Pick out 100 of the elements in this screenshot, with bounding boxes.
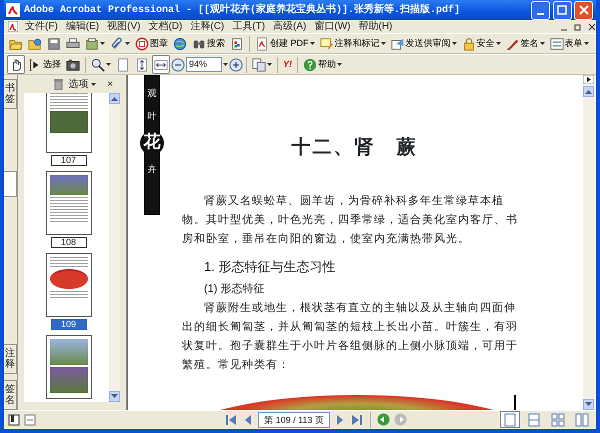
caret-icon bbox=[267, 63, 272, 66]
comment-icon bbox=[320, 36, 334, 51]
maximize-button[interactable] bbox=[552, 0, 572, 20]
help-button[interactable]: 帮助 bbox=[301, 55, 344, 74]
create-pdf-button[interactable]: 创建 PDF bbox=[253, 34, 317, 54]
page-thumbnail[interactable] bbox=[46, 253, 92, 318]
fit-width-icon bbox=[154, 58, 168, 72]
search-button[interactable]: 搜索 bbox=[190, 34, 227, 54]
caret-icon bbox=[452, 42, 457, 46]
help-icon bbox=[303, 58, 317, 72]
caret-icon bbox=[106, 63, 111, 66]
side-tab[interactable]: 书签 bbox=[4, 79, 17, 110]
section-heading: (1) 形态特征 bbox=[204, 282, 266, 298]
zoom-out-icon[interactable] bbox=[171, 58, 185, 72]
pages-tab[interactable] bbox=[4, 171, 17, 197]
menu-item[interactable]: 高级(A) bbox=[272, 20, 308, 33]
send-icon bbox=[390, 36, 405, 51]
options-button[interactable]: 选项 bbox=[68, 76, 96, 92]
close-button[interactable]: × bbox=[107, 76, 114, 92]
scrollbar[interactable] bbox=[109, 93, 120, 402]
body-paragraph: 肾蕨又名蜈蚣草、圆羊齿，为骨碎补科多年生常绿草本植物。其叶型优美，叶色光亮，四季常绿，适合美化室内客厅、书房和卧室，垂吊在向阳的窗边，使室内充满热带风光。 bbox=[182, 194, 519, 247]
palette-icon bbox=[230, 36, 244, 51]
stamp-icon bbox=[135, 36, 149, 51]
side-tab[interactable]: 签名 bbox=[4, 380, 17, 410]
close-icon bbox=[578, 4, 590, 16]
page-thumbnail[interactable] bbox=[46, 335, 92, 400]
menu-item[interactable]: 工具(T) bbox=[231, 20, 266, 33]
page-icon bbox=[116, 58, 130, 72]
sign-button[interactable]: 签名 bbox=[504, 34, 547, 54]
scroll-down-icon[interactable] bbox=[585, 402, 592, 406]
close-button[interactable] bbox=[574, 0, 594, 20]
scroll-down-icon[interactable] bbox=[111, 394, 118, 398]
page-heading: 十二、肾 蕨 bbox=[290, 135, 418, 160]
form-icon bbox=[550, 36, 564, 51]
body-paragraph: 肾蕨附生或地生，根状茎有直立的主轴以及从主轴向四面伸出的细长匍匐茎，并从匍匐茎的短枝上长出小苗。叶簇生，有羽状复叶。孢子囊群生于小叶片各组侧脉的上侧小脉顶端，可用于繁殖。常见种类有： bbox=[182, 300, 519, 374]
trash-icon[interactable] bbox=[54, 78, 63, 90]
globe-icon bbox=[173, 36, 187, 51]
review-button[interactable]: 发送供审阅 bbox=[388, 34, 459, 54]
page-view-icon[interactable] bbox=[24, 414, 36, 426]
security-button[interactable]: 安全 bbox=[460, 34, 503, 54]
menu-item[interactable]: 编辑(E) bbox=[64, 20, 100, 33]
menu-item[interactable]: 视图(V) bbox=[106, 20, 142, 33]
side-tab[interactable]: 注释 bbox=[4, 344, 17, 374]
caret-icon bbox=[223, 63, 228, 66]
scroll-up-icon[interactable] bbox=[111, 96, 118, 101]
zoom-icon bbox=[91, 58, 105, 72]
pages-icon bbox=[252, 58, 266, 72]
back-icon[interactable] bbox=[377, 413, 390, 426]
page-number-label[interactable]: 108 bbox=[50, 237, 86, 248]
bookmark-view-icon[interactable] bbox=[8, 414, 20, 426]
band-character: 叶 bbox=[148, 112, 156, 122]
hand-tool-button[interactable] bbox=[7, 55, 25, 74]
save-icon bbox=[47, 36, 61, 51]
single-page-button[interactable] bbox=[500, 411, 520, 428]
fit-width-button[interactable] bbox=[152, 55, 170, 74]
forms-button[interactable]: 表单 bbox=[548, 34, 591, 54]
last-page-icon[interactable] bbox=[350, 414, 364, 426]
caret-icon bbox=[380, 42, 386, 46]
scroll-up-icon[interactable] bbox=[585, 90, 592, 94]
section-heading: 1. 形态特征与生态习性 bbox=[204, 258, 336, 276]
close-icon[interactable] bbox=[588, 22, 596, 31]
menu-item[interactable]: 窗口(W) bbox=[313, 20, 352, 33]
caret-icon bbox=[540, 42, 545, 46]
first-page-icon[interactable] bbox=[224, 414, 238, 426]
expand-panel-icon[interactable] bbox=[583, 75, 594, 84]
page-number-label[interactable]: 107 bbox=[50, 155, 86, 166]
menu-item[interactable]: 文档(D) bbox=[147, 20, 184, 33]
page-thumbnail[interactable] bbox=[46, 171, 92, 236]
stamp-button[interactable]: 图章 bbox=[133, 34, 170, 54]
menu-item[interactable]: 文件(F) bbox=[24, 20, 59, 33]
zoom-field[interactable]: 94% bbox=[186, 57, 222, 72]
band-character: 卉 bbox=[148, 165, 156, 174]
menu-item[interactable]: 注释(C) bbox=[189, 20, 226, 33]
restore-icon[interactable] bbox=[574, 22, 582, 31]
menu-item[interactable]: 帮助(H) bbox=[357, 20, 394, 33]
folder-icon bbox=[28, 36, 42, 51]
caret-icon bbox=[310, 42, 315, 46]
scrollbar[interactable] bbox=[583, 75, 596, 410]
band-character: 观 bbox=[148, 89, 156, 98]
pages-icon bbox=[85, 36, 99, 51]
page-thumbnail[interactable] bbox=[46, 93, 92, 154]
caret-icon bbox=[584, 42, 589, 46]
print-icon bbox=[66, 36, 80, 51]
paperclip-icon bbox=[110, 36, 124, 51]
app-icon bbox=[6, 3, 20, 18]
window-title: Adobe Acrobat Professional - [[观叶花卉(家庭养花宝典丛书)].张秀新等.扫描版.pdf] bbox=[24, 2, 462, 18]
pdf-icon bbox=[255, 36, 269, 51]
lock-icon bbox=[462, 36, 476, 51]
page-number-label[interactable]: 109 bbox=[50, 319, 86, 330]
comment-button[interactable]: 注释和标记 bbox=[318, 34, 388, 54]
caret-icon bbox=[496, 42, 501, 46]
minimize-button[interactable] bbox=[530, 0, 550, 20]
select-tool-button[interactable]: 选择 bbox=[26, 55, 63, 74]
zoom-in-icon[interactable] bbox=[229, 58, 243, 72]
page-number-field[interactable]: 第 109 / 113 页 bbox=[258, 412, 330, 428]
search-logo[interactable]: Y! bbox=[281, 55, 294, 74]
fit-height-icon bbox=[135, 58, 149, 72]
minimize-icon bbox=[536, 12, 544, 15]
caret-icon bbox=[337, 63, 342, 66]
caret-icon bbox=[125, 42, 130, 46]
